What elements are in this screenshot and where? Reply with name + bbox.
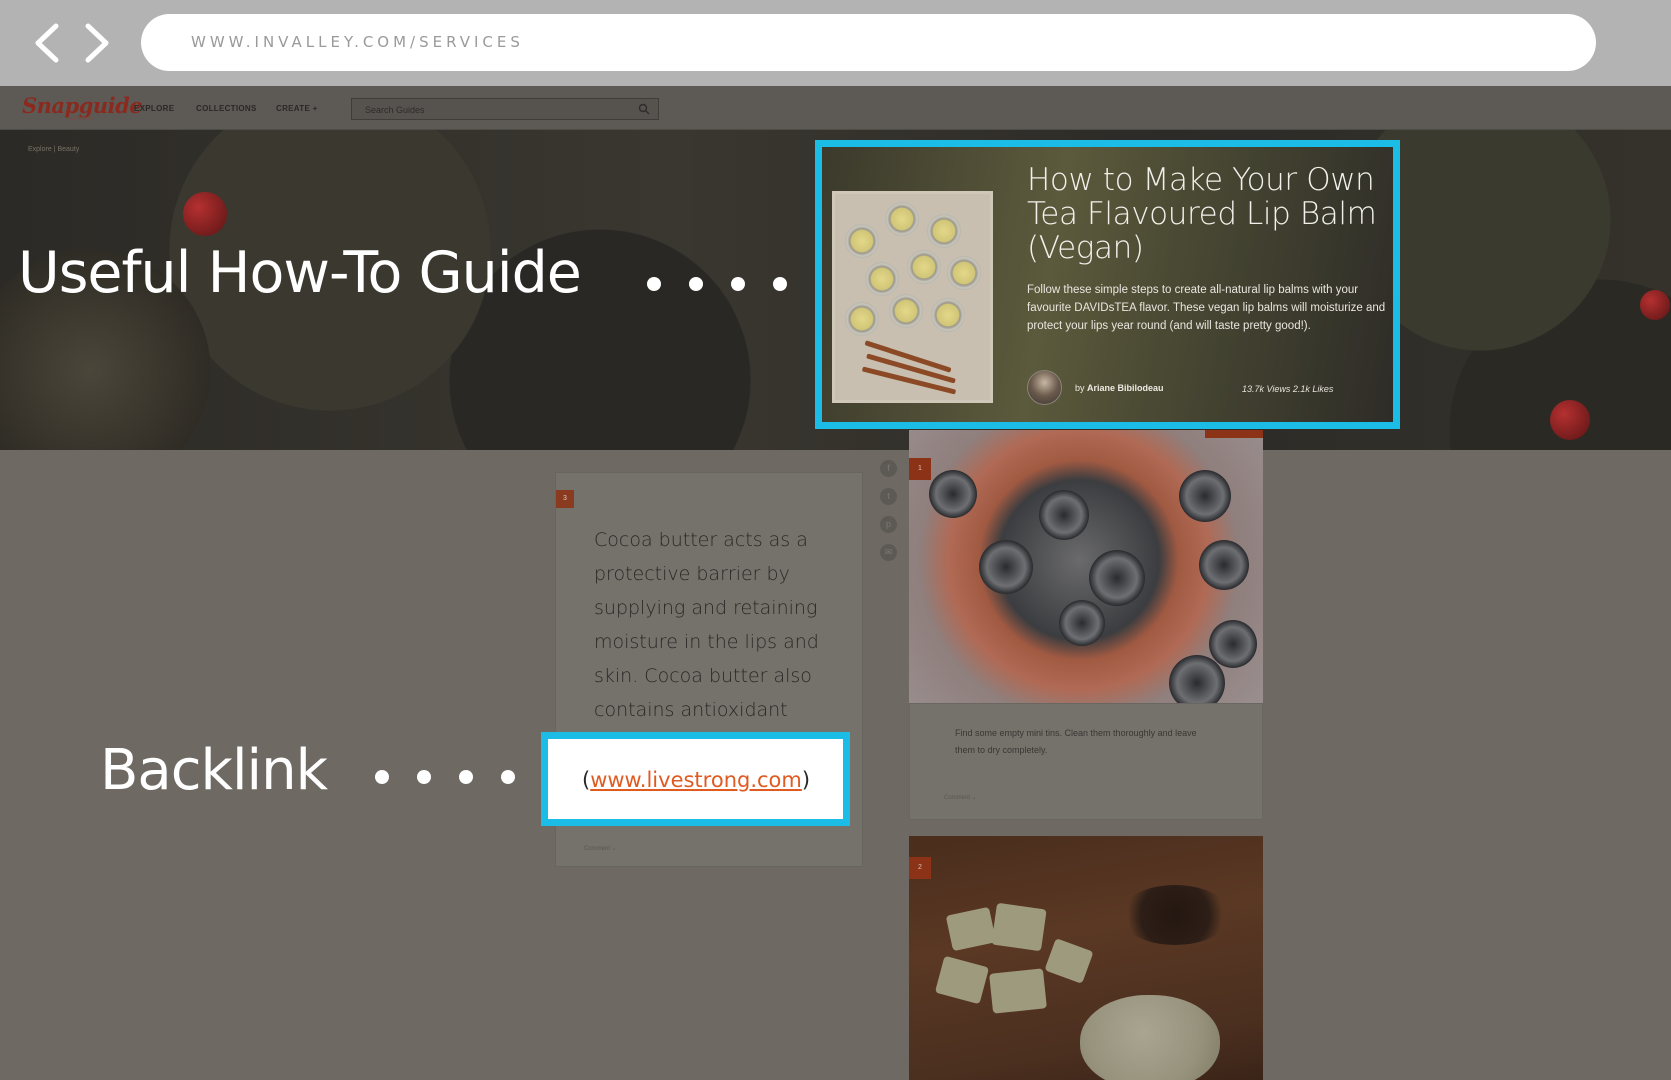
lip-balm-tin	[927, 214, 961, 248]
tin-image	[929, 470, 977, 518]
guide-card-highlight[interactable]: How to Make Your Own Tea Flavoured Lip B…	[815, 140, 1400, 429]
cocoa-butter-piece	[1044, 938, 1094, 984]
annotation-dot	[417, 770, 431, 784]
step-text: Cocoa butter acts as a protective barrie…	[594, 529, 819, 755]
tin-image	[1199, 540, 1249, 590]
cocoa-butter-piece	[989, 968, 1047, 1014]
lip-balm-tin	[845, 224, 879, 258]
step-photo-tins	[909, 430, 1263, 703]
tin-image	[1179, 470, 1231, 522]
loose-tea-pile	[1120, 885, 1230, 945]
tin-image	[1039, 490, 1089, 540]
backlink-line: (www.livestrong.com)	[582, 768, 810, 792]
tin-image	[979, 540, 1033, 594]
photo-caption-card: Find some empty mini tins. Clean them th…	[909, 703, 1263, 820]
annotation-dot	[647, 277, 661, 291]
search-placeholder: Search Guides	[365, 105, 425, 115]
annotation-dot	[689, 277, 703, 291]
lip-balm-tin	[889, 294, 923, 328]
guide-description: Follow these simple steps to create all-…	[1027, 284, 1386, 332]
site-logo-subtitle: a Pinterest	[70, 116, 94, 122]
nav-create[interactable]: CREATE +	[276, 104, 318, 113]
url-text: WWW.INVALLEY.COM/SERVICES	[191, 33, 524, 51]
cocoa-butter-piece	[934, 955, 990, 1005]
forward-button[interactable]	[80, 22, 114, 64]
cocoa-butter-piece	[991, 902, 1047, 952]
paren-close: )	[801, 768, 811, 792]
lip-balm-tin	[947, 256, 981, 290]
by-label: by	[1075, 383, 1085, 393]
cherry-decoration	[183, 192, 227, 236]
tin-image	[1169, 655, 1225, 703]
author-avatar[interactable]	[1027, 370, 1062, 405]
paren-open: (	[582, 768, 591, 792]
guide-title[interactable]: How to Make Your Own Tea Flavoured Lip B…	[1027, 163, 1393, 265]
annotation-dot	[731, 277, 745, 291]
step-number-badge: 3	[556, 490, 574, 508]
lip-balm-tin	[931, 298, 965, 332]
breadcrumb[interactable]: Explore | Beauty	[28, 146, 79, 153]
backlink-link[interactable]: www.livestrong.com	[590, 768, 802, 792]
annotation-dot	[375, 770, 389, 784]
guide-stats: 13.7k Views 2.1k Likes	[1242, 384, 1334, 394]
email-share-button[interactable]: ✉	[880, 544, 897, 561]
pinterest-share-button[interactable]: p	[880, 516, 897, 533]
annotation-dot	[459, 770, 473, 784]
guide-byline: by Ariane Bibilodeau	[1075, 383, 1164, 393]
guide-thumbnail	[832, 191, 993, 403]
address-bar[interactable]: WWW.INVALLEY.COM/SERVICES	[141, 14, 1596, 71]
site-header: Snapguide a Pinterest EXPLORE COLLECTION…	[0, 86, 1671, 130]
twitter-share-button[interactable]: t	[880, 488, 897, 505]
backlink-highlight: (www.livestrong.com)	[541, 732, 850, 826]
comment-link[interactable]: Comment ⌄	[944, 794, 977, 801]
lip-balm-tin	[885, 202, 919, 236]
site-logo[interactable]: Snapguide	[22, 93, 143, 118]
back-button[interactable]	[30, 22, 64, 64]
facebook-share-button[interactable]: f	[880, 460, 897, 477]
lip-balm-tin	[845, 302, 879, 336]
photo-number-badge: 2	[909, 857, 931, 879]
tin-image	[1089, 550, 1145, 606]
author-name[interactable]: Ariane Bibilodeau	[1087, 383, 1164, 393]
shea-butter-scoop	[1080, 995, 1220, 1080]
cherry-decoration	[1550, 400, 1590, 440]
lip-balm-tin	[865, 262, 899, 296]
cocoa-butter-piece	[945, 906, 997, 952]
cherry-decoration	[1640, 290, 1670, 320]
browser-toolbar: WWW.INVALLEY.COM/SERVICES	[0, 0, 1671, 86]
chevron-right-icon	[85, 23, 109, 63]
chevron-left-icon	[35, 23, 59, 63]
search-icon	[638, 103, 650, 115]
photo-caption: Find some empty mini tins. Clean them th…	[955, 728, 1197, 755]
annotation-backlink-label: Backlink	[100, 738, 328, 803]
comment-link[interactable]: Comment ⌄	[584, 845, 617, 852]
photo-top-accent	[1205, 430, 1263, 438]
nav-collections[interactable]: COLLECTIONS	[196, 104, 257, 113]
tin-image	[1209, 620, 1257, 668]
site-search-input[interactable]: Search Guides	[351, 98, 659, 120]
annotation-dot	[773, 277, 787, 291]
photo-number-badge: 1	[909, 458, 931, 480]
tin-image	[1059, 600, 1105, 646]
annotation-dot	[501, 770, 515, 784]
annotation-guide-label: Useful How-To Guide	[18, 240, 582, 306]
nav-explore[interactable]: EXPLORE	[134, 104, 174, 113]
lip-balm-tin	[907, 250, 941, 284]
